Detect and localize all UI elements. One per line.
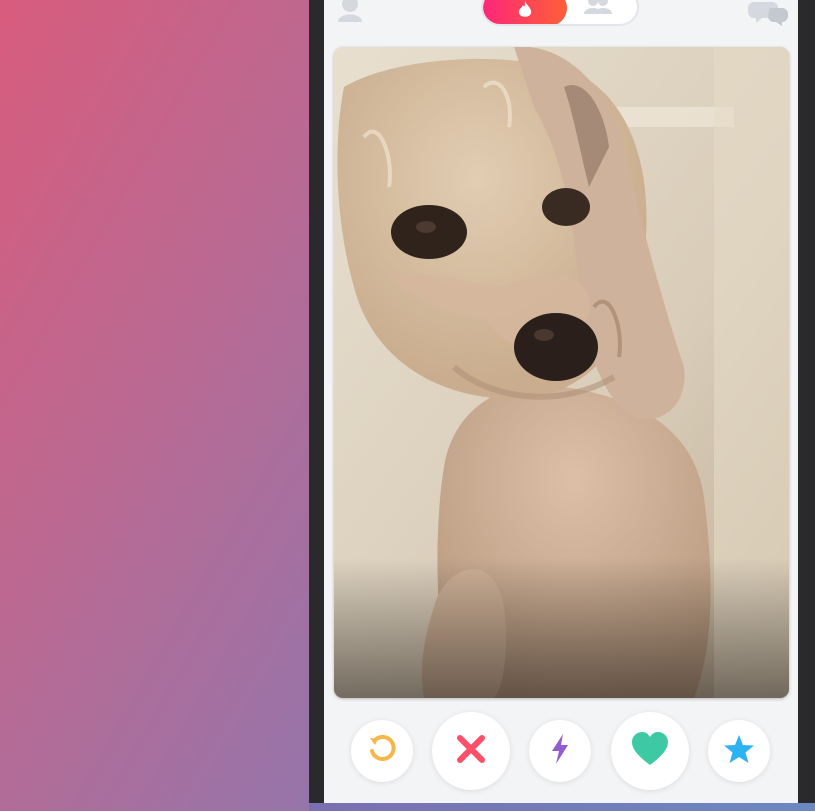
phone-bottom-edge	[309, 803, 815, 811]
close-icon	[454, 732, 488, 771]
nope-button[interactable]	[432, 712, 510, 790]
boost-button[interactable]	[529, 720, 591, 782]
card-bottom-shade	[334, 558, 789, 698]
star-icon	[723, 733, 755, 770]
lightning-icon	[549, 733, 571, 770]
app-screen	[324, 0, 798, 803]
flame-icon	[517, 0, 533, 24]
action-buttons-bar	[324, 711, 798, 791]
toggle-dating-active[interactable]	[483, 0, 567, 24]
rewind-icon	[367, 734, 397, 769]
social-people-icon[interactable]	[581, 0, 615, 23]
mode-toggle[interactable]	[481, 0, 639, 26]
like-button[interactable]	[611, 712, 689, 790]
heart-icon	[630, 731, 670, 772]
rewind-button[interactable]	[351, 720, 413, 782]
top-navigation-bar	[324, 0, 798, 38]
profile-icon[interactable]	[336, 0, 364, 22]
messages-icon[interactable]	[748, 0, 788, 26]
super-like-button[interactable]	[708, 720, 770, 782]
profile-card[interactable]	[334, 47, 789, 698]
